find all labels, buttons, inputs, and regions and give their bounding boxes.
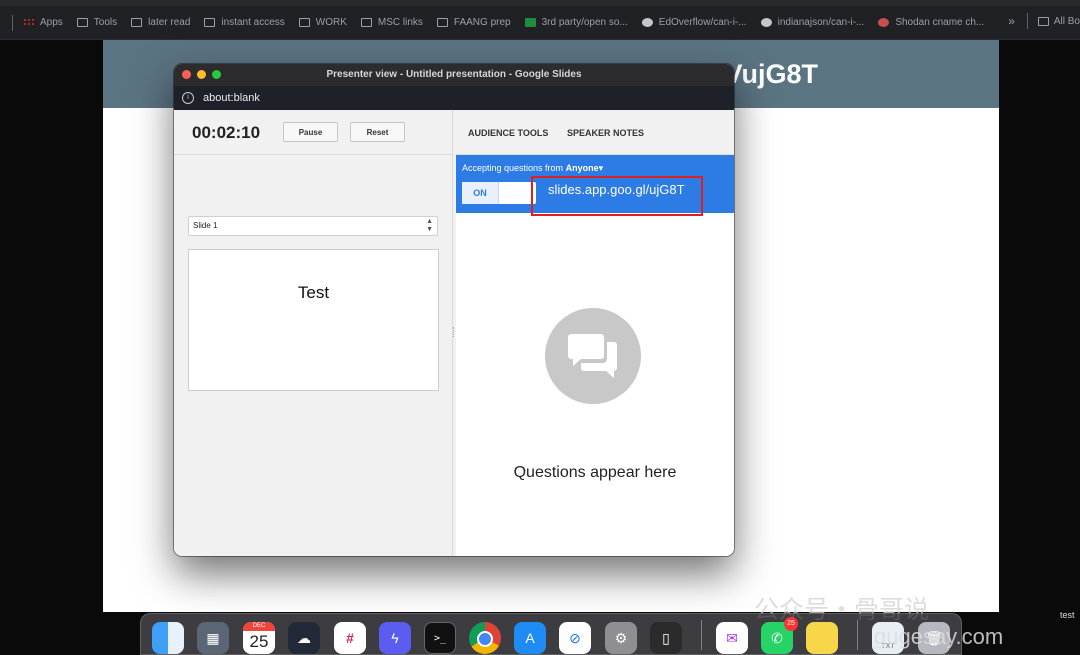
slack-icon[interactable]: #	[334, 622, 366, 654]
all-bookmarks-button[interactable]: All Bo	[1054, 16, 1080, 27]
select-arrows-icon: ▲ ▼	[426, 218, 433, 233]
messenger-icon[interactable]: ✉	[716, 622, 748, 654]
folder-icon	[76, 18, 88, 27]
folder-icon	[1037, 16, 1049, 26]
timer-row: 00:02:10 Pause Reset	[174, 110, 452, 155]
folder-icon	[360, 18, 372, 27]
github-icon	[760, 18, 772, 27]
url-text: about:blank	[203, 92, 260, 104]
accepting-questions-text: Accepting questions from Anyone▾	[462, 163, 603, 174]
notes-icon[interactable]	[806, 622, 838, 654]
bookmark-apps[interactable]: Apps	[23, 17, 63, 28]
bookmark-instant-access[interactable]: instant access	[204, 17, 285, 28]
calendar-icon[interactable]: DEC 25	[243, 622, 275, 654]
shodan-icon	[878, 18, 890, 27]
highlight-annotation-box	[531, 176, 703, 216]
reset-button[interactable]: Reset	[350, 122, 405, 142]
calendar-day: 25	[249, 632, 269, 651]
bolt-app-icon[interactable]: ϟ	[379, 622, 411, 654]
chrome-icon[interactable]	[469, 622, 501, 654]
github-icon	[641, 18, 653, 27]
folder-icon	[131, 18, 143, 27]
bookmarks-separator	[1026, 13, 1028, 29]
bookmark-label: EdOverflow/can-i-...	[658, 17, 747, 28]
apps-grid-icon	[23, 18, 34, 27]
bookmark-tools[interactable]: Tools	[76, 17, 118, 28]
bookmark-label: Tools	[93, 17, 118, 28]
app-store-icon[interactable]: A	[514, 622, 546, 654]
cloud-app-icon[interactable]: ☁	[288, 622, 320, 654]
presenter-window: Presenter view - Untitled presentation -…	[174, 64, 734, 556]
questions-icon	[545, 308, 641, 404]
bookmark-label: WORK	[315, 17, 347, 28]
qa-toggle-on: ON	[462, 182, 499, 204]
caret-down-icon: ▾	[598, 163, 604, 173]
bookmark-label: Apps	[40, 17, 63, 28]
bookmark-indianajson[interactable]: indianajson/can-i-...	[760, 17, 865, 28]
bookmark-label: later read	[148, 17, 191, 28]
tabs-bar: AUDIENCE TOOLS SPEAKER NOTES	[456, 110, 734, 155]
calendar-month: DEC	[243, 622, 275, 631]
bookmark-3rd-party[interactable]: 3rd party/open so...	[524, 17, 628, 28]
bookmark-work[interactable]: WORK	[298, 17, 347, 28]
elapsed-timer: 00:02:10	[192, 123, 261, 142]
notification-badge: 25	[784, 617, 798, 631]
address-bar[interactable]: i about:blank	[174, 86, 734, 110]
info-icon[interactable]: i	[182, 92, 194, 104]
bookmark-msc-links[interactable]: MSC links	[360, 17, 423, 28]
folder-icon	[204, 18, 216, 27]
audience-dropdown[interactable]: Anyone	[566, 163, 599, 173]
slide-select[interactable]: Slide 1 ▲ ▼	[188, 216, 438, 236]
browser-tabstrip	[0, 0, 1080, 6]
folder-icon	[436, 18, 448, 27]
dock-separator	[701, 620, 702, 650]
pause-button[interactable]: Pause	[283, 122, 338, 142]
system-settings-icon[interactable]: ⚙	[605, 622, 637, 654]
slide-thumbnail[interactable]: Test	[188, 249, 439, 391]
tab-audience-tools[interactable]: AUDIENCE TOOLS	[468, 128, 548, 138]
accepting-prefix: Accepting questions from	[462, 163, 564, 173]
watermark-domain: gugesay.com	[874, 624, 1004, 649]
bookmark-edoverflow[interactable]: EdOverflow/can-i-...	[641, 17, 747, 28]
phone-mirror-icon[interactable]: ▯	[650, 622, 682, 654]
window-titlebar[interactable]: Presenter view - Untitled presentation -…	[174, 64, 734, 86]
slide-select-value: Slide 1	[193, 221, 218, 230]
bookmark-faang-prep[interactable]: FAANG prep	[436, 17, 511, 28]
bookmark-shodan[interactable]: Shodan cname ch...	[878, 17, 984, 28]
folder-icon	[298, 18, 310, 27]
bookmark-label: indianajson/can-i-...	[777, 17, 865, 28]
safari-icon[interactable]: ⊘	[559, 622, 591, 654]
timer-slides-pane: 00:02:10 Pause Reset Slide 1 ▲ ▼ Test	[174, 110, 453, 556]
tab-speaker-notes[interactable]: SPEAKER NOTES	[567, 128, 644, 138]
bookmark-label: 3rd party/open so...	[541, 17, 628, 28]
qa-toggle[interactable]: ON	[462, 182, 536, 204]
qa-bar: Accepting questions from Anyone▾ ON slid…	[456, 155, 734, 216]
empty-state-text: Questions appear here	[513, 464, 677, 481]
bookmark-label: instant access	[221, 17, 285, 28]
bookmark-label: Shodan cname ch...	[895, 17, 985, 28]
bookmarks-bar: Apps Tools later read instant access WOR…	[0, 0, 1080, 40]
audience-tools-pane: AUDIENCE TOOLS SPEAKER NOTES Accepting q…	[456, 110, 734, 556]
bookmark-label: MSC links	[377, 17, 423, 28]
window-title: Presenter view - Untitled presentation -…	[326, 69, 582, 80]
slide-banner-text: VujG8T	[724, 59, 818, 89]
bookmark-label: FAANG prep	[453, 17, 511, 28]
bookmarks-overflow-button[interactable]: »	[1008, 14, 1015, 28]
bookmark-later-read[interactable]: later read	[131, 17, 190, 28]
bookmarks-separator	[12, 14, 13, 31]
launchpad-icon[interactable]: ▦	[197, 622, 229, 654]
slide-thumbnail-text: Test	[297, 283, 330, 302]
sheets-icon	[524, 18, 536, 27]
dock-separator	[857, 620, 858, 650]
finder-icon[interactable]	[152, 622, 184, 654]
terminal-icon[interactable]: >_	[424, 622, 456, 654]
watermark-tag: test	[1060, 610, 1075, 620]
